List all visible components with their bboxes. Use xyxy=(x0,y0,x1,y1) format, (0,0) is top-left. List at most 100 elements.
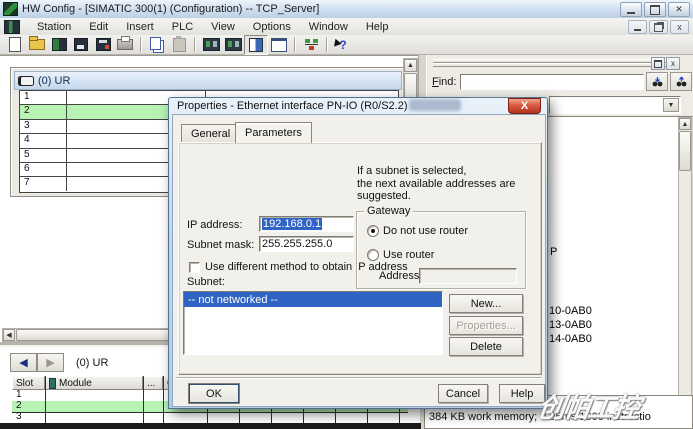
network-button[interactable] xyxy=(300,36,322,54)
copy-button[interactable] xyxy=(146,36,168,54)
find-input[interactable] xyxy=(460,74,644,90)
cancel-button[interactable]: Cancel xyxy=(438,384,488,403)
upload-station-button[interactable] xyxy=(222,36,244,54)
tree-scrollbar[interactable]: ▲ ▼ xyxy=(678,117,692,412)
close-button[interactable]: ✕ xyxy=(668,2,690,17)
find-up-icon xyxy=(675,76,688,88)
window-layout-button[interactable] xyxy=(268,36,290,54)
column-slot[interactable]: Slot xyxy=(12,376,45,390)
window-title: HW Config - [SIMATIC 300(1) (Configurati… xyxy=(22,3,319,15)
child-restore-button[interactable] xyxy=(649,20,668,34)
new-button[interactable] xyxy=(4,36,26,54)
save-button[interactable] xyxy=(70,36,92,54)
ghost-artifact xyxy=(409,99,461,111)
tab-parameters[interactable]: Parameters xyxy=(235,122,312,143)
profile-combobox[interactable]: ▼ xyxy=(549,96,681,114)
hint-text: If a subnet is selected, xyxy=(357,165,466,177)
network-icon xyxy=(305,39,318,50)
hw-config-window: HW Config - [SIMATIC 300(1) (Configurati… xyxy=(0,0,693,429)
subnet-mask-field[interactable]: 255.255.255.0 xyxy=(259,236,354,252)
find-up-button[interactable] xyxy=(670,72,692,91)
download-icon xyxy=(96,38,111,51)
dialog-close-button[interactable]: X xyxy=(508,98,541,114)
catalog-drag-handle[interactable] xyxy=(433,63,671,67)
child-minimize-button[interactable] xyxy=(628,20,647,34)
menu-station[interactable]: Station xyxy=(28,20,80,34)
column-dots[interactable]: ... xyxy=(143,376,163,390)
nav-back-button[interactable]: ◀ xyxy=(10,353,37,372)
download-button[interactable] xyxy=(92,36,114,54)
hint-text: the next available addresses are suggest… xyxy=(357,178,545,202)
title-bar: HW Config - [SIMATIC 300(1) (Configurati… xyxy=(0,0,693,19)
rack-header[interactable]: (0) UR xyxy=(14,71,402,90)
tree-item-fragment[interactable]: 14-0AB0 xyxy=(549,333,592,345)
paste-button xyxy=(168,36,190,54)
toolbar-separator xyxy=(326,37,328,52)
find-label: Find: xyxy=(432,76,456,88)
restore-icon xyxy=(654,60,662,68)
ip-address-value: 192.168.0.1 xyxy=(262,218,322,230)
column-module[interactable]: Module xyxy=(45,376,143,390)
tree-item-fragment[interactable]: 10-0AB0 xyxy=(549,305,592,317)
menu-view[interactable]: View xyxy=(202,20,244,34)
nav-forward-button[interactable]: ▶ xyxy=(37,353,64,372)
ip-address-field[interactable]: 192.168.0.1 xyxy=(259,216,354,232)
maximize-button[interactable] xyxy=(644,2,666,17)
child-close-button[interactable]: x xyxy=(670,20,689,34)
menu-bar: Station Edit Insert PLC View Options Win… xyxy=(0,18,693,36)
delete-button[interactable]: Delete xyxy=(449,337,523,356)
ok-button[interactable]: OK xyxy=(189,384,239,403)
subnet-item-selected[interactable]: -- not networked -- xyxy=(184,292,442,307)
properties-button: Properties... xyxy=(449,316,523,335)
dropdown-arrow-icon[interactable]: ▼ xyxy=(663,98,679,112)
menu-window[interactable]: Window xyxy=(300,20,357,34)
tree-item-fragment[interactable]: P xyxy=(550,246,557,258)
catalog-toggle-button[interactable] xyxy=(244,35,268,55)
find-next-icon xyxy=(651,76,664,88)
use-router-label: Use router xyxy=(383,249,434,261)
router-address-field xyxy=(419,268,517,284)
rack-title: (0) UR xyxy=(38,75,70,87)
menu-insert[interactable]: Insert xyxy=(117,20,163,34)
print-button[interactable] xyxy=(114,36,136,54)
subnet-listbox[interactable]: -- not networked -- xyxy=(183,291,443,355)
app-icon xyxy=(3,2,18,16)
scroll-up-icon[interactable]: ▲ xyxy=(679,118,691,130)
scroll-left-icon[interactable]: ◀ xyxy=(3,329,15,341)
menu-plc[interactable]: PLC xyxy=(163,20,202,34)
bottom-rack-label: (0) UR xyxy=(76,357,108,369)
station-icon xyxy=(4,20,20,34)
minimize-button[interactable] xyxy=(620,2,642,17)
open-button[interactable] xyxy=(26,36,48,54)
tree-item-fragment[interactable]: 13-0AB0 xyxy=(549,319,592,331)
paste-icon xyxy=(173,38,186,52)
watermark-logo: 创帕工控 xyxy=(535,386,693,429)
find-next-button[interactable] xyxy=(646,72,668,91)
do-not-use-router-radio[interactable] xyxy=(367,225,379,237)
gateway-title: Gateway xyxy=(364,205,413,217)
close-icon: ✕ xyxy=(675,4,683,15)
catalog-close-button[interactable]: x xyxy=(666,57,680,70)
open-icon xyxy=(29,39,45,50)
use-router-radio[interactable] xyxy=(367,249,379,261)
save-compile-button[interactable] xyxy=(48,36,70,54)
scroll-up-icon[interactable]: ▲ xyxy=(404,59,417,72)
download-station-button[interactable] xyxy=(200,36,222,54)
catalog-restore-button[interactable] xyxy=(651,57,665,70)
menu-help[interactable]: Help xyxy=(357,20,398,34)
help-select-button[interactable]: ? xyxy=(332,36,354,54)
dialog-body: General Parameters If a subnet is select… xyxy=(172,114,546,407)
dialog-separator xyxy=(176,377,542,379)
subnet-label: Subnet: xyxy=(187,276,225,288)
subnet-mask-label: Subnet mask: xyxy=(187,239,254,251)
maximize-icon xyxy=(650,5,660,15)
menu-edit[interactable]: Edit xyxy=(80,20,117,34)
tree-scroll-thumb[interactable] xyxy=(679,131,691,171)
menu-options[interactable]: Options xyxy=(244,20,300,34)
pane-bottom-edge xyxy=(0,423,421,429)
different-method-checkbox[interactable] xyxy=(189,262,200,273)
copy-icon xyxy=(150,37,161,50)
new-button[interactable]: New... xyxy=(449,294,523,313)
tab-general[interactable]: General xyxy=(181,124,240,142)
minimize-icon xyxy=(627,12,635,14)
